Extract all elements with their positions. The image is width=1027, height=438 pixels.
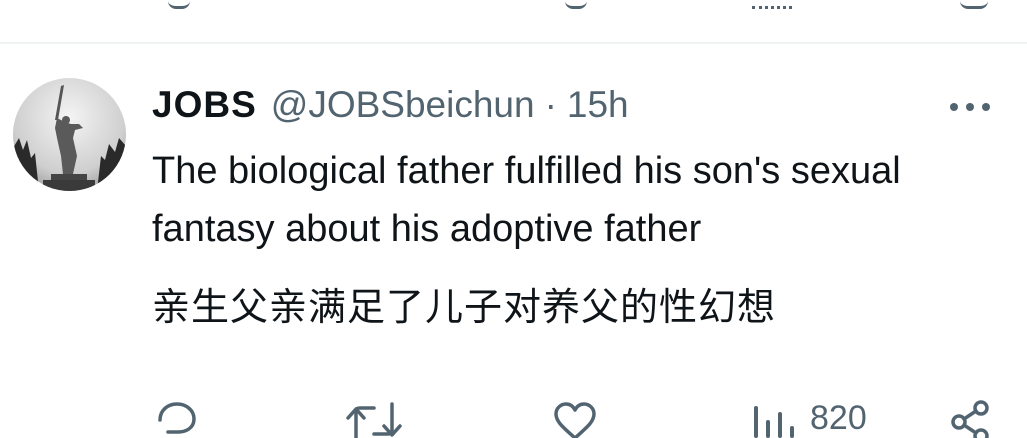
avatar[interactable]	[13, 78, 126, 191]
timestamp[interactable]: 15h	[567, 84, 629, 126]
display-name[interactable]: JOBS	[152, 84, 257, 126]
prev-reply-icon-fragment	[168, 0, 190, 9]
more-dot	[950, 103, 958, 111]
views-count: 820	[810, 398, 867, 437]
views-button[interactable]: 820	[748, 398, 867, 438]
more-options-icon[interactable]	[946, 92, 994, 122]
share-button[interactable]	[945, 398, 995, 438]
more-dot	[982, 103, 990, 111]
retweet-icon	[346, 402, 402, 438]
views-icon	[754, 406, 794, 438]
user-handle[interactable]: @JOBSbeichun	[271, 84, 535, 126]
tweet-divider	[0, 42, 1027, 44]
share-icon	[951, 400, 989, 438]
tweet-header: JOBS @JOBSbeichun · 15h	[152, 84, 629, 128]
reply-icon	[158, 402, 196, 434]
reply-button[interactable]	[152, 398, 202, 438]
retweet-button[interactable]	[344, 398, 404, 438]
tweet-text-english: The biological father fulfilled his son'…	[152, 150, 901, 250]
heart-icon	[554, 402, 596, 438]
prev-views-icon-fragment	[752, 0, 792, 9]
separator-dot: ·	[544, 84, 557, 125]
tweet-text-chinese: 亲生父亲满足了儿子对养父的性幻想	[152, 285, 777, 329]
prev-like-icon-fragment	[565, 0, 587, 9]
prev-share-icon-fragment	[960, 0, 988, 9]
previous-tweet-actions	[0, 0, 1027, 12]
like-button[interactable]	[550, 398, 600, 438]
more-dot	[966, 103, 974, 111]
tweet-actions: 820	[0, 398, 1027, 438]
